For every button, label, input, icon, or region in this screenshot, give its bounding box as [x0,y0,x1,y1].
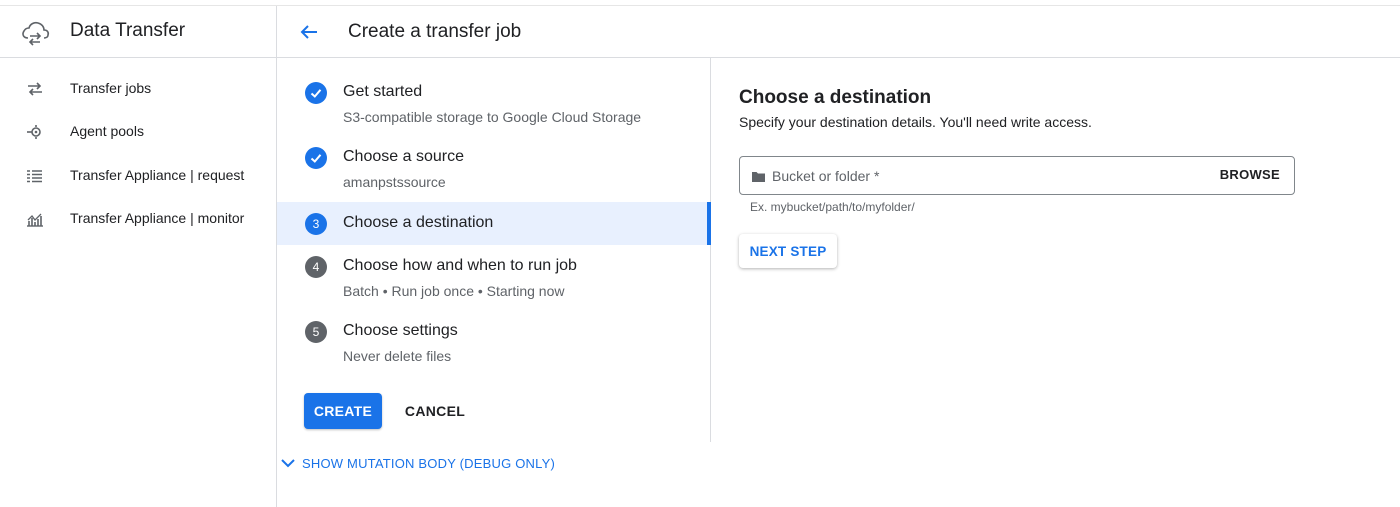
step-choose-destination[interactable]: 3 Choose a destination [277,202,711,245]
list-icon [27,170,42,183]
browse-button[interactable]: BROWSE [1220,167,1280,182]
sidebar-item-label: Transfer jobs [70,80,152,96]
section-title: Choose a destination [739,87,932,108]
sidebar-header: Data Transfer [0,6,276,58]
active-step-indicator [707,202,711,245]
chart-icon [27,213,43,227]
step-title: Choose how and when to run job [343,257,577,274]
step-title: Choose a source [343,148,464,165]
step-subtitle: Batch • Run job once • Starting now [343,283,565,299]
step-number-badge: 5 [305,321,327,343]
sidebar-item-transfer-jobs[interactable]: Transfer jobs [0,71,276,107]
app-title: Data Transfer [70,20,186,41]
folder-icon [752,172,765,182]
stepper: Get started S3-compatible storage to Goo… [277,58,711,442]
next-step-button[interactable]: NEXT STEP [739,234,837,268]
sidebar-item-appliance-request[interactable]: Transfer Appliance | request [0,158,276,194]
step-run-schedule[interactable]: 4 Choose how and when to run job Batch •… [277,256,711,312]
agent-pool-icon [27,125,41,139]
sidebar-item-label: Transfer Appliance | monitor [70,210,245,226]
chevron-down-icon [281,459,295,468]
cancel-button[interactable]: CANCEL [396,393,474,429]
swap-arrows-icon [28,82,42,96]
bucket-field: BROWSE [739,156,1295,195]
step-choose-settings[interactable]: 5 Choose settings Never delete files [277,321,711,377]
step-subtitle: Never delete files [343,348,452,364]
sidebar: Data Transfer Transfer jobs Agent pools … [0,6,277,507]
step-number-badge: 4 [305,256,327,278]
debug-toggle[interactable]: SHOW MUTATION BODY (DEBUG ONLY) [280,452,555,474]
step-choose-source[interactable]: Choose a source amanpstssource [277,141,711,197]
arrow-back-icon[interactable] [297,20,321,44]
step-title: Get started [343,83,423,100]
sidebar-item-agent-pools[interactable]: Agent pools [0,114,276,150]
create-button[interactable]: CREATE [304,393,382,429]
page-title: Create a transfer job [348,21,522,42]
step-title: Choose a destination [343,214,494,231]
step-subtitle: S3-compatible storage to Google Cloud St… [343,109,642,125]
main-header: Create a transfer job [277,6,1400,58]
debug-label: SHOW MUTATION BODY (DEBUG ONLY) [302,455,555,471]
field-hint: Ex. mybucket/path/to/myfolder/ [750,200,915,214]
step-title: Choose settings [343,322,458,339]
sidebar-item-appliance-monitor[interactable]: Transfer Appliance | monitor [0,201,276,237]
section-subtitle: Specify your destination details. You'll… [739,114,1092,130]
sidebar-item-label: Agent pools [70,123,144,139]
cloud-sync-icon [22,21,50,46]
check-circle-icon [305,147,327,169]
bucket-input[interactable] [772,165,1192,187]
step-subtitle: amanpstssource [343,174,446,190]
step-number-badge: 3 [305,213,327,235]
check-circle-icon [305,82,327,104]
step-get-started[interactable]: Get started S3-compatible storage to Goo… [277,76,711,132]
sidebar-item-label: Transfer Appliance | request [70,167,245,183]
